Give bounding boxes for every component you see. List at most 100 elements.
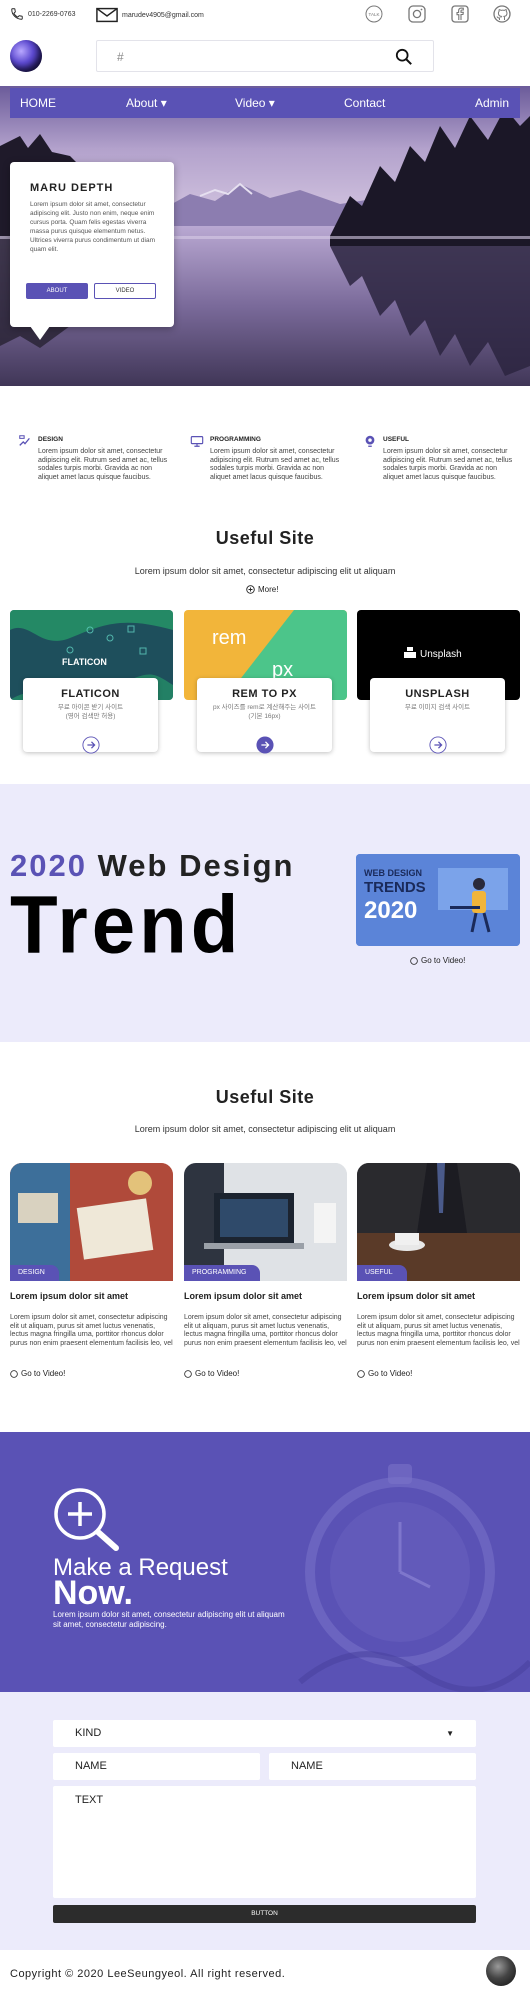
feature-title: USEFUL (383, 436, 409, 443)
talk-icon-label: TALK (369, 12, 380, 17)
site-desc: 무료 이미지 검색 사이트 (404, 704, 471, 711)
article-text: Lorem ipsum dolor sit amet, consectetur … (10, 1314, 173, 1348)
nav-contact[interactable]: Contact (344, 96, 385, 110)
phone-contact[interactable]: 010-2269-0763 (10, 7, 76, 21)
video-button[interactable]: VIDEO (94, 283, 156, 299)
search-icon[interactable] (395, 48, 413, 66)
remtopx-logo-rem: rem (212, 627, 246, 649)
kind-select-value: KIND (75, 1727, 102, 1739)
site-card-flaticon[interactable]: FLATICON FLATICON 무료 아이콘 받기 사이트 (영어 검색만 … (10, 610, 173, 770)
site-card-remtopx[interactable]: rem px REM TO PX px 사이즈를 rem로 계산해주는 사이트 (… (184, 610, 347, 770)
nav-video[interactable]: Video ▾ (235, 96, 275, 110)
site-name: REM TO PX (232, 688, 297, 700)
trend-section: 2020 Web Design Trend WEB DESIGN TRENDS … (0, 784, 530, 1042)
article-title: Lorem ipsum dolor sit amet (357, 1291, 476, 1301)
name-field-1[interactable]: NAME (53, 1753, 260, 1780)
play-circle-icon (410, 956, 418, 965)
main-nav: HOME About ▾ Video ▾ Contact Admin (10, 88, 520, 118)
talk-icon[interactable]: TALK (364, 4, 384, 24)
article-tag: PROGRAMMING (184, 1265, 261, 1281)
article-go-to-video[interactable]: Go to Video! (184, 1369, 239, 1378)
site-name: FLATICON (61, 688, 120, 700)
more-label: More! (258, 585, 279, 594)
useful-site-subtitle-2: Lorem ipsum dolor sit amet, consectetur … (134, 1124, 396, 1134)
useful-icon (365, 435, 375, 447)
play-circle-icon (184, 1369, 192, 1378)
copyright-text: Copyright © 2020 LeeSeungyeol. All right… (10, 1968, 286, 1980)
trend-go-to-video[interactable]: Go to Video! (410, 956, 465, 965)
useful-site-title-2: Useful Site (215, 1087, 315, 1107)
feature-text: Lorem ipsum dolor sit amet, consectetur … (38, 448, 168, 481)
article-title: Lorem ipsum dolor sit amet (10, 1291, 129, 1301)
footer-logo[interactable] (486, 1956, 516, 1986)
search-bar[interactable]: # (96, 40, 434, 72)
zoom-in-icon (54, 1488, 119, 1551)
site-desc: 무료 아이콘 받기 사이트 (영어 검색만 허용) (57, 704, 124, 720)
nav-home[interactable]: HOME (20, 96, 56, 110)
article-go-to-video[interactable]: Go to Video! (10, 1369, 65, 1378)
play-circle-icon (357, 1369, 365, 1378)
github-icon[interactable] (492, 4, 512, 24)
monitor-icon (190, 436, 204, 447)
site-card-unsplash[interactable]: Unsplash UNSPLASH 무료 이미지 검색 사이트 (357, 610, 520, 770)
article-text: Lorem ipsum dolor sit amet, consectetur … (357, 1314, 520, 1348)
article-go-to-video[interactable]: Go to Video! (357, 1369, 412, 1378)
useful-site-title: Useful Site (215, 528, 315, 548)
thumb-line1: WEB DESIGN (364, 868, 422, 878)
feature-title: DESIGN (38, 436, 63, 443)
arrow-right-icon[interactable] (82, 736, 100, 754)
kind-select[interactable]: KIND ▼ (53, 1720, 476, 1747)
hero-card: MARU DEPTH Lorem ipsum dolor sit amet, c… (10, 162, 174, 327)
article-tag: USEFUL (357, 1265, 407, 1281)
feature-text: Lorem ipsum dolor sit amet, consectetur … (383, 448, 513, 481)
submit-button[interactable]: BUTTON (53, 1905, 476, 1923)
trend-video-thumbnail[interactable]: WEB DESIGN TRENDS 2020 (356, 854, 520, 946)
mail-icon (96, 7, 118, 23)
thumb-line3: 2020 (364, 897, 417, 924)
programming-article-image (184, 1163, 347, 1281)
go-label: Go to Video! (421, 956, 466, 965)
useful-site-subtitle: Lorem ipsum dolor sit amet, consectetur … (134, 566, 396, 576)
article-tag: DESIGN (10, 1265, 59, 1281)
phone-icon (11, 8, 23, 20)
name-field-2[interactable]: NAME (269, 1753, 476, 1780)
site-name: UNSPLASH (405, 688, 470, 700)
arrow-right-icon[interactable] (429, 736, 447, 754)
email-contact[interactable]: marudev4905@gmail.com (96, 7, 204, 23)
email-address: marudev4905@gmail.com (122, 11, 204, 19)
plus-circle-icon (246, 585, 255, 594)
top-bar: 010-2269-0763 marudev4905@gmail.com TALK (0, 0, 530, 28)
about-button[interactable]: ABOUT (26, 283, 88, 299)
more-link[interactable]: More! (246, 585, 278, 594)
design-article-image (10, 1163, 173, 1281)
go-label: Go to Video! (368, 1369, 413, 1378)
article-text: Lorem ipsum dolor sit amet, consectetur … (184, 1314, 347, 1348)
arrow-right-icon[interactable] (256, 736, 274, 754)
name-field-2-placeholder: NAME (291, 1760, 323, 1772)
unsplash-logo-text: Unsplash (420, 649, 462, 660)
go-label: Go to Video! (21, 1369, 66, 1378)
hero-title: MARU DEPTH (30, 182, 114, 194)
design-icon (19, 435, 30, 446)
instagram-icon[interactable] (407, 4, 427, 24)
hero-card-pointer (30, 326, 50, 340)
nav-admin[interactable]: Admin (475, 96, 509, 110)
play-circle-icon (10, 1369, 18, 1378)
text-area[interactable]: TEXT (53, 1786, 476, 1898)
article-title: Lorem ipsum dolor sit amet (184, 1291, 303, 1301)
useful-article-image (357, 1163, 520, 1281)
request-section: Make a Request Now. Lorem ipsum dolor si… (0, 1432, 530, 1692)
site-desc: px 사이즈를 rem로 계산해주는 사이트 (기본 16px) (212, 704, 317, 720)
flaticon-logo-text: FLATICON (62, 657, 107, 667)
facebook-icon[interactable] (450, 4, 470, 24)
go-label: Go to Video! (195, 1369, 240, 1378)
hero-text: Lorem ipsum dolor sit amet, consectetur … (30, 201, 155, 253)
text-area-placeholder: TEXT (75, 1794, 104, 1806)
search-input[interactable]: # (117, 50, 124, 64)
site-logo[interactable] (10, 40, 42, 72)
name-field-1-placeholder: NAME (75, 1760, 107, 1772)
request-line2: Now. (53, 1574, 133, 1612)
nav-about[interactable]: About ▾ (126, 96, 167, 110)
thumb-line2: TRENDS (364, 879, 426, 896)
phone-number: 010-2269-0763 (28, 10, 76, 18)
